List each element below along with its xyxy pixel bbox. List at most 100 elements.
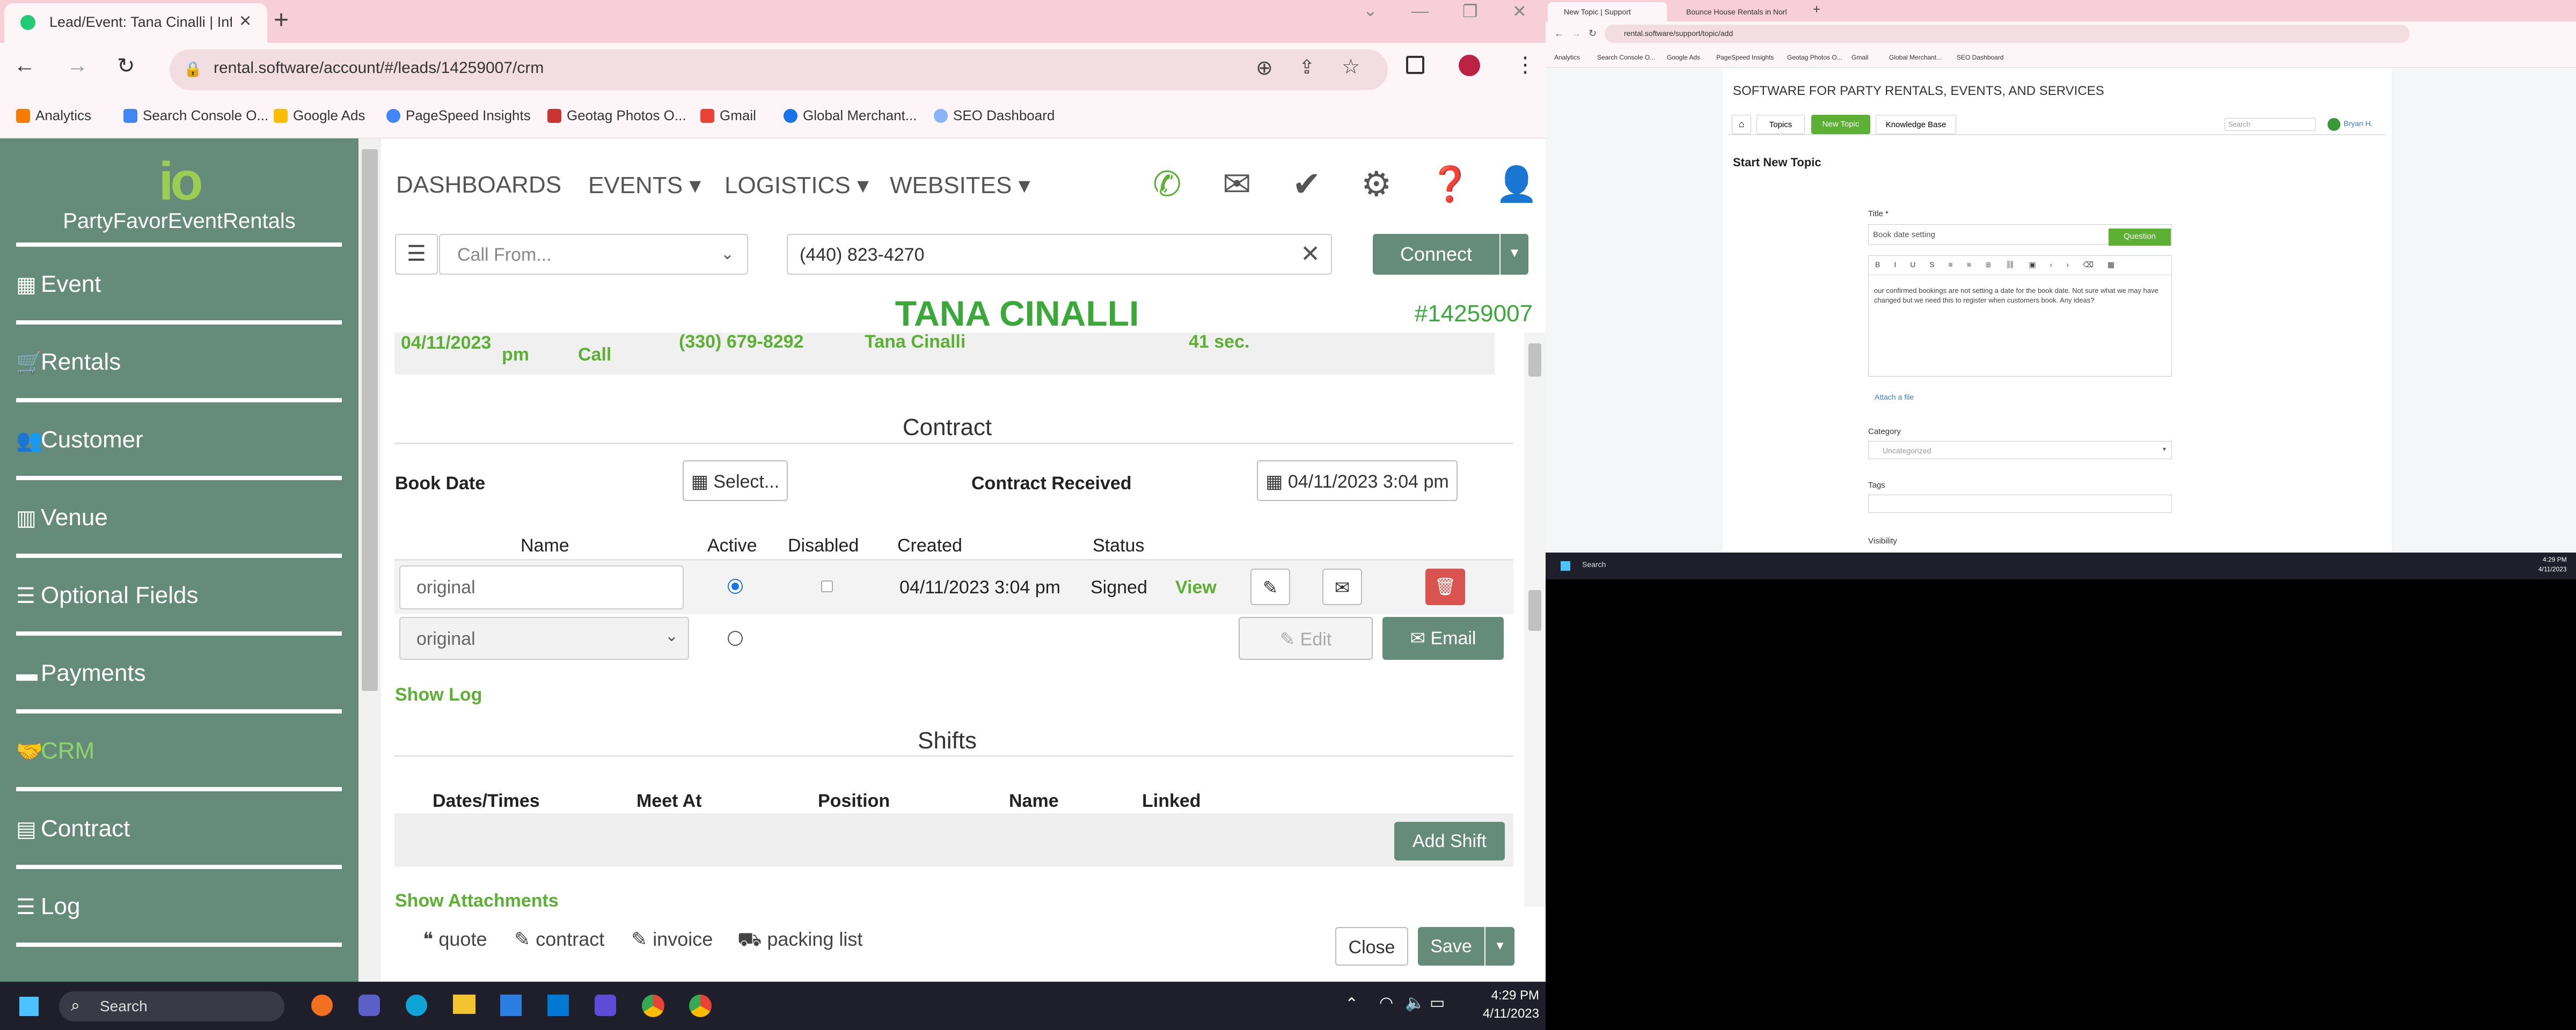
app-icon-chrome-active[interactable]	[689, 995, 712, 1017]
topic-body-editor[interactable]: BIUS≡≡≣⛓▣‹›⌫▦ our confirmed bookings are…	[1868, 255, 2172, 377]
forward-icon[interactable]: →	[1571, 28, 1581, 39]
reload-icon[interactable]: ↻	[1589, 28, 1597, 39]
sidebar-item-event[interactable]: ▦ Event	[16, 242, 342, 320]
right-bookmark[interactable]: Geotag Photos O...	[1787, 54, 1842, 61]
taskbar-search-label[interactable]: Search	[1582, 560, 1606, 569]
app-icon-firefox[interactable]	[311, 995, 333, 1016]
right-bookmark[interactable]: SEO Dashboard	[1957, 54, 2003, 61]
bookmark-google-ads[interactable]: Google Ads	[274, 107, 365, 124]
connect-button[interactable]: Connect	[1373, 234, 1499, 275]
zoom-icon[interactable]: ⊕	[1256, 56, 1273, 80]
right-bookmark[interactable]: PageSpeed Insights	[1716, 54, 1774, 61]
right-bookmark[interactable]: Gmail	[1851, 54, 1868, 61]
app-icon-chrome[interactable]	[642, 995, 664, 1017]
app-icon-media[interactable]	[595, 995, 616, 1016]
show-log-link[interactable]: Show Log	[395, 685, 482, 705]
menu-icon[interactable]: ⋮	[1514, 53, 1536, 77]
company-logo[interactable]: io PartyFavorEventRentals	[0, 154, 358, 233]
back-icon[interactable]: ←	[1554, 28, 1564, 39]
bookmark-seo-dashboard[interactable]: SEO Dashboard	[934, 107, 1055, 124]
nav-websites[interactable]: WEBSITES ▾	[890, 172, 1030, 199]
contract-template-select[interactable]: original ⌄	[399, 617, 689, 660]
phone-number-input[interactable]: (440) 823-4270 ✕	[787, 234, 1332, 275]
taskbar-time[interactable]: 4:29 PM	[1476, 988, 1539, 1003]
sidebar-item-crm[interactable]: 🤝CRM	[16, 709, 342, 787]
delete-contract-button[interactable]: 🗑	[1425, 569, 1465, 605]
sidebar-item-optional-fields[interactable]: ☰ Optional Fields	[16, 554, 342, 631]
contract-name-input[interactable]: original	[399, 565, 684, 609]
right-bookmark[interactable]: Search Console O...	[1597, 54, 1655, 61]
new-active-radio[interactable]	[728, 631, 743, 646]
forward-icon[interactable]: →	[67, 54, 88, 78]
nav-logistics[interactable]: LOGISTICS ▾	[724, 172, 869, 199]
save-button[interactable]: Save	[1418, 927, 1484, 966]
bookmark-analytics[interactable]: Analytics	[16, 107, 91, 124]
forum-nav-new-topic[interactable]: New Topic	[1811, 115, 1870, 134]
right-address-bar[interactable]: rental.software/support/topic/add	[1605, 25, 2410, 43]
scrollbar-thumb[interactable]	[1528, 590, 1541, 631]
back-icon[interactable]: ←	[14, 54, 35, 78]
scrollbar-thumb[interactable]	[362, 149, 378, 691]
help-icon[interactable]: ❓	[1429, 164, 1472, 204]
sidebar-item-log[interactable]: ☰ Log	[16, 865, 342, 943]
show-attachments-link[interactable]: Show Attachments	[395, 891, 559, 907]
star-icon[interactable]: ☆	[1342, 55, 1360, 79]
right-tab-active[interactable]: New Topic | Support	[1548, 2, 1667, 21]
taskbar-search[interactable]: ⌕ Search	[59, 991, 284, 1021]
connect-dropdown-button[interactable]: ▼	[1501, 234, 1528, 275]
email-contract-button[interactable]: ✉	[1322, 569, 1362, 605]
topic-type-button[interactable]: Question	[2109, 229, 2171, 246]
book-date-select-button[interactable]: ▦ Select...	[683, 460, 788, 501]
add-shift-button[interactable]: Add Shift	[1394, 822, 1505, 860]
home-icon[interactable]: ⌂	[1732, 115, 1751, 134]
quote-link[interactable]: ❝ quote	[423, 928, 487, 951]
nav-events[interactable]: EVENTS ▾	[588, 172, 701, 199]
user-avatar[interactable]	[2328, 118, 2340, 131]
scrollbar-thumb[interactable]	[1528, 343, 1541, 377]
forum-search-input[interactable]: Search	[2224, 118, 2316, 131]
battery-icon[interactable]: ▭	[1430, 994, 1445, 1012]
category-select[interactable]: Uncategorized ▾	[1868, 441, 2172, 459]
url-text[interactable]: rental.software/account/#/leads/14259007…	[214, 59, 544, 77]
edit-contract-button[interactable]: ✎	[1250, 569, 1290, 605]
bookmark-gmail[interactable]: Gmail	[700, 107, 756, 124]
close-button[interactable]: Close	[1335, 927, 1408, 966]
windows-start-icon[interactable]	[1561, 561, 1570, 571]
taskbar-date[interactable]: 4/11/2023	[1470, 1006, 1539, 1021]
packing-list-link[interactable]: ⛟ packing list	[737, 928, 862, 953]
forum-user-name[interactable]: Bryan H.	[2344, 119, 2373, 128]
save-dropdown-button[interactable]: ▼	[1485, 927, 1514, 966]
new-tab-icon[interactable]: +	[274, 5, 289, 35]
right-tab[interactable]: Bounce House Rentals in Norl	[1670, 2, 1789, 21]
bookmark-pagespeed[interactable]: PageSpeed Insights	[386, 107, 531, 124]
edit-button[interactable]: ✎ Edit	[1239, 617, 1373, 660]
hamburger-button[interactable]: ☰	[395, 234, 438, 275]
forum-nav-knowledge-base[interactable]: Knowledge Base	[1876, 115, 1956, 134]
bookmark-search-console[interactable]: Search Console O...	[123, 107, 268, 124]
app-icon-teams[interactable]	[358, 995, 380, 1016]
gear-icon[interactable]: ⚙	[1361, 164, 1392, 204]
call-from-select[interactable]: Call From... ⌄	[439, 234, 748, 275]
forum-nav-topics[interactable]: Topics	[1757, 115, 1805, 134]
reload-icon[interactable]: ↻	[117, 54, 135, 78]
browser-tab[interactable]: Lead/Event: Tana Cinalli | Inflat ×	[4, 3, 267, 43]
right-bookmark[interactable]: Global Merchant...	[1889, 54, 1942, 61]
check-icon[interactable]: ✔	[1292, 164, 1321, 204]
nav-dashboards[interactable]: DASHBOARDS	[396, 172, 561, 198]
taskbar-date[interactable]: 4/11/2023	[2538, 565, 2567, 573]
sidebar-item-venue[interactable]: ▥ Venue	[16, 476, 342, 554]
invoice-link[interactable]: ✎ invoice	[631, 928, 713, 951]
taskbar-time[interactable]: 4:29 PM	[2543, 556, 2567, 563]
share-icon[interactable]: ⇪	[1299, 56, 1315, 78]
user-icon[interactable]: 👤	[1495, 164, 1538, 204]
sidebar-item-contract[interactable]: ▤ Contract	[16, 787, 342, 865]
sidebar-scrollbar[interactable]	[358, 138, 381, 982]
app-icon-explorer[interactable]	[453, 995, 475, 1014]
view-contract-link[interactable]: View	[1175, 577, 1217, 598]
email-button[interactable]: ✉ Email	[1382, 617, 1504, 660]
disabled-checkbox[interactable]	[821, 580, 833, 592]
sidebar-icon[interactable]	[1406, 56, 1424, 74]
wifi-icon[interactable]: ◠	[1379, 994, 1393, 1012]
right-bookmark[interactable]: Google Ads	[1667, 54, 1700, 61]
contract-received-date-button[interactable]: ▦ 04/11/2023 3:04 pm	[1257, 460, 1458, 501]
